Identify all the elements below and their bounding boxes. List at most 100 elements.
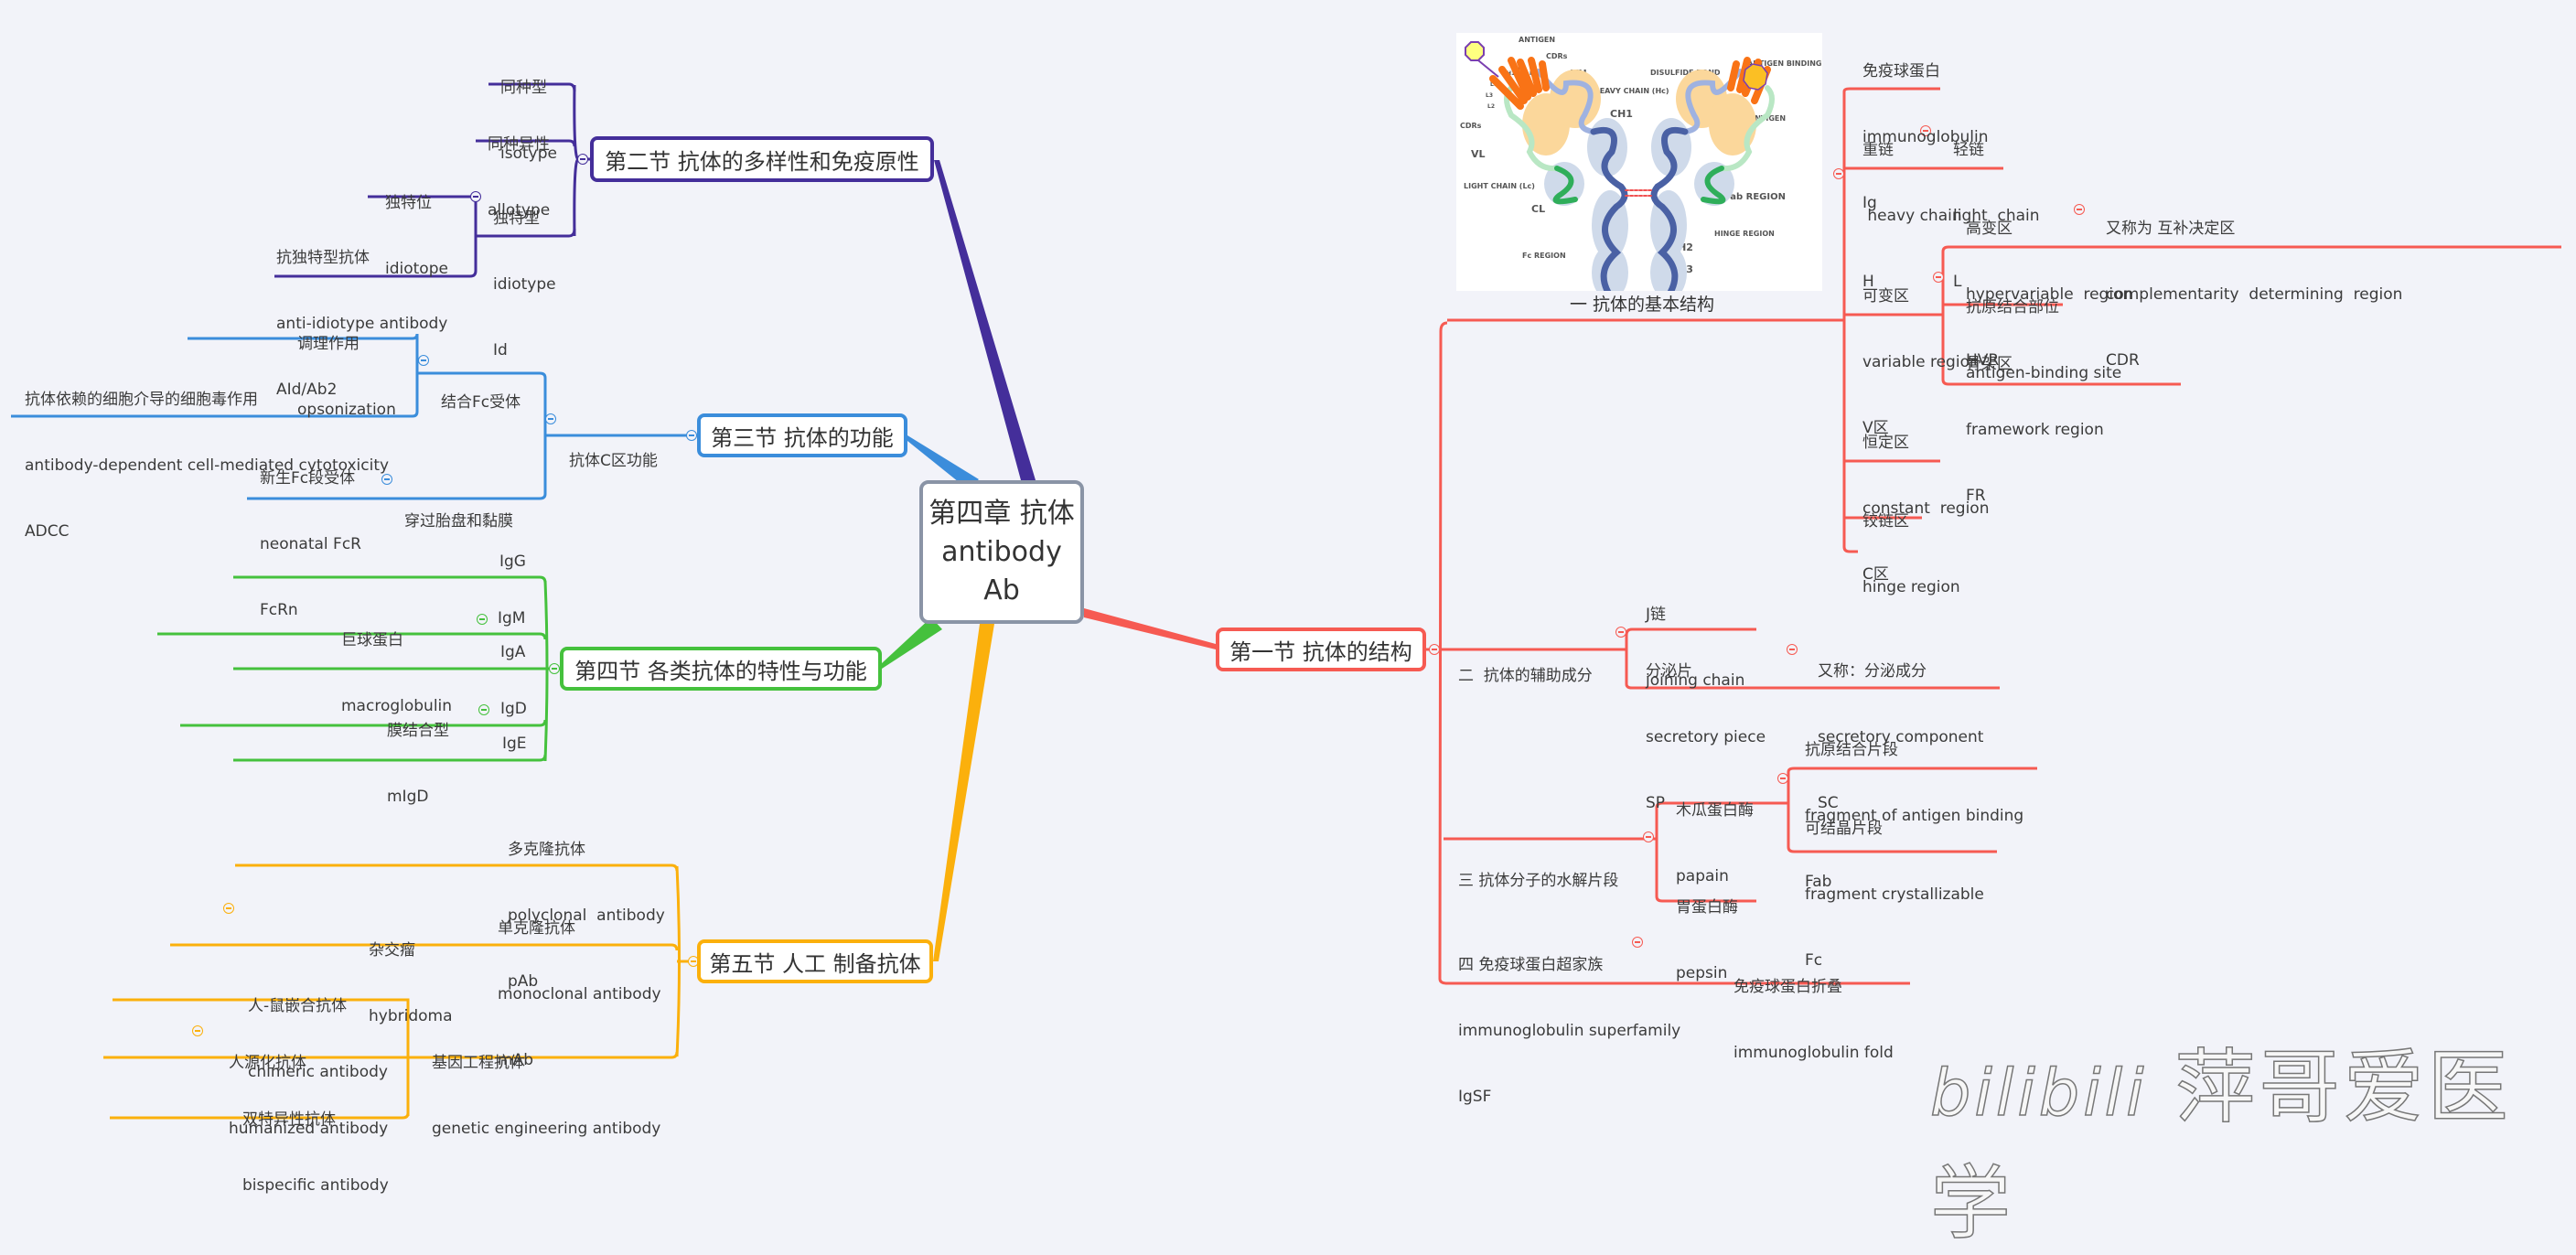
node-hinge-region-cn: 铰链区 <box>1862 512 1909 531</box>
section5-topic[interactable]: 第五节 人工 制备抗体 <box>697 939 933 983</box>
bilibili-logo: bilibili <box>1929 1055 2148 1132</box>
node-iga[interactable]: IgA <box>500 641 525 663</box>
node-placenta-text: 穿过胎盘和黏膜 <box>404 512 513 531</box>
node-igm[interactable]: IgM <box>498 607 525 629</box>
node-framework-region-cn: 骨架区 <box>1966 355 2012 373</box>
fig-label-cdrs-l: CDRs <box>1460 122 1482 130</box>
node-placenta[interactable]: 穿过胎盘和黏膜 <box>404 467 513 554</box>
node-ig-fold[interactable]: 免疫球蛋白折叠 immunoglobulin fold <box>1733 932 1894 1086</box>
node-genetic-engineering[interactable]: 基因工程抗体 genetic engineering antibody <box>432 1008 660 1162</box>
node-pepsin-cn: 胃蛋白酶 <box>1676 898 1738 917</box>
node-bispecific[interactable]: 双特异性抗体 bispecific antibody <box>242 1065 389 1218</box>
node-polyclonal-cn: 多克隆抗体 <box>508 841 585 859</box>
section4-topic[interactable]: 第四节 各类抗体的特性与功能 <box>560 647 882 691</box>
node-cdr[interactable]: 又称为 互补决定区 complementarity determining re… <box>2106 174 2402 393</box>
collapse-toggle-mab[interactable] <box>223 903 234 914</box>
fig-label-ch1: CH1 <box>1610 108 1633 120</box>
antibody-diagram: ANTIGEN CDRs H1 H3 H2 L1 L3 L2 CDRs VH H… <box>1460 36 1842 302</box>
node-igd-text: IgD <box>500 700 527 718</box>
branch-section2 <box>934 160 1036 480</box>
node-cdr-abbr: CDR <box>2106 351 2140 370</box>
collapse-toggle-aux[interactable] <box>1615 627 1626 638</box>
node-ige-text: IgE <box>502 735 527 753</box>
node-migd-cn: 膜结合型 <box>387 722 449 740</box>
node-immunoglobulin-cn: 免疫球蛋白 <box>1862 62 1940 80</box>
node-igg[interactable]: IgG <box>499 551 526 573</box>
fig-label-fc: Fc REGION <box>1522 252 1566 260</box>
central-topic[interactable]: 第四章 抗体 antibody Ab <box>919 480 1084 624</box>
node-fcrn-en: neonatal FcR <box>260 535 361 553</box>
node-idiotype-cn: 独特型 <box>493 209 540 228</box>
node-genetic-engineering-en: genetic engineering antibody <box>432 1120 661 1138</box>
section2-topic[interactable]: 第二节 抗体的多样性和免疫原性 <box>590 136 934 182</box>
node-fcrn-cn: 新生Fc段受体 <box>260 469 356 488</box>
fig-label-cdrs-h: CDRs <box>1546 52 1568 60</box>
collapse-toggle-basic[interactable] <box>1833 168 1844 179</box>
watermark: bilibili 萍哥爱医学 <box>1929 1023 2576 1255</box>
fig-label-cl: CL <box>1531 203 1545 215</box>
node-idiotype-en: idiotype <box>493 275 556 294</box>
antigen-shape <box>1465 41 1485 61</box>
collapse-toggle-cfunc[interactable] <box>545 413 556 424</box>
node-adcc-cn: 抗体依赖的细胞介导的细胞毒作用 <box>25 391 258 409</box>
fig-label-fab: Fab REGION <box>1724 192 1786 202</box>
node-genetic-engineering-cn: 基因工程抗体 <box>432 1054 525 1072</box>
fig-label-hinge: HINGE REGION <box>1714 230 1775 238</box>
node-variable-region-en: variable region <box>1862 353 1980 371</box>
node-igsf-en: immunoglobulin superfamily <box>1458 1022 1681 1040</box>
fig-label-antigen: ANTIGEN <box>1519 36 1555 44</box>
antigen-arrow <box>1477 59 1499 78</box>
node-hinge-region-en: hinge region <box>1862 578 1960 596</box>
node-migd-en: mIgD <box>387 788 429 806</box>
fig-label-vl: VL <box>1471 148 1486 160</box>
node-igm-text: IgM <box>498 609 526 628</box>
fig-label-heavy-chain: HEAVY CHAIN (Hc) <box>1594 87 1669 95</box>
section1-topic[interactable]: 第一节 抗体的结构 <box>1216 628 1426 671</box>
node-migd[interactable]: 膜结合型 mIgD <box>387 676 449 830</box>
node-ig-fold-en: immunoglobulin fold <box>1733 1044 1894 1062</box>
central-topic-abbr: Ab <box>983 574 1020 606</box>
fig-label-l2: L2 <box>1487 103 1495 110</box>
node-hydrolysis-fragments[interactable]: 三 抗体分子的水解片段 <box>1458 826 1618 914</box>
collapse-toggle-section1[interactable] <box>1429 644 1440 655</box>
node-igg-text: IgG <box>499 552 526 571</box>
collapse-toggle-section3[interactable] <box>686 430 697 441</box>
node-ig-fold-cn: 免疫球蛋白折叠 <box>1733 978 1842 996</box>
antibody-structure-figure: ANTIGEN CDRs H1 H3 H2 L1 L3 L2 CDRs VH H… <box>1456 33 1842 302</box>
node-ige[interactable]: IgE <box>502 733 527 755</box>
branch-section1 <box>1084 608 1216 649</box>
node-auxiliary-components[interactable]: 二 抗体的辅助成分 <box>1458 621 1593 709</box>
node-c-region-function[interactable]: 抗体C区功能 <box>569 406 658 494</box>
collapse-toggle-section4[interactable] <box>549 663 560 674</box>
node-papain-cn: 木瓜蛋白酶 <box>1676 801 1754 820</box>
node-light-chain-cn: 轻链 <box>1953 141 1984 159</box>
node-auxiliary-components-text: 二 抗体的辅助成分 <box>1458 667 1593 685</box>
node-fc-receptor-text: 结合Fc受体 <box>441 393 521 412</box>
node-secretory-piece-cn: 分泌片 <box>1646 662 1692 681</box>
node-basic-structure[interactable]: 一 抗体的基本结构 <box>1570 291 1714 316</box>
node-cdr-en: complementarity determining region <box>2106 285 2403 304</box>
node-igsf[interactable]: 四 免疫球蛋白超家族 immunoglobulin superfamily Ig… <box>1458 910 1680 1130</box>
node-bispecific-cn: 双特异性抗体 <box>242 1110 336 1129</box>
node-pepsin-en: pepsin <box>1676 964 1728 982</box>
node-fc-cn: 可结晶片段 <box>1805 820 1883 838</box>
collapse-toggle-section2[interactable] <box>577 154 588 165</box>
collapse-toggle-igm[interactable] <box>477 614 488 625</box>
node-monoclonal-en: monoclonal antibody <box>498 985 661 1003</box>
node-fc-receptor[interactable]: 结合Fc受体 <box>441 348 521 435</box>
node-igd[interactable]: IgD <box>500 698 527 720</box>
node-hinge-region[interactable]: 铰链区 hinge region <box>1862 467 1960 620</box>
node-variable-region-cn: 可变区 <box>1862 287 1909 306</box>
section3-topic[interactable]: 第三节 抗体的功能 <box>697 413 907 457</box>
collapse-toggle-idiotype[interactable] <box>470 191 481 202</box>
node-macroglobulin-cn: 巨球蛋白 <box>341 631 403 649</box>
node-pepsin[interactable]: 胃蛋白酶 pepsin <box>1676 853 1738 1006</box>
node-cdr-cn: 又称为 互补决定区 <box>2106 220 2236 238</box>
node-heavy-chain-en: heavy chain <box>1862 207 1962 225</box>
collapse-toggle-papain[interactable] <box>1777 773 1788 784</box>
collapse-toggle-igd[interactable] <box>478 704 489 715</box>
fig-label-l3: L3 <box>1486 92 1493 99</box>
collapse-toggle-sp[interactable] <box>1787 644 1798 655</box>
collapse-toggle-gen[interactable] <box>192 1025 203 1036</box>
node-igsf-abbr: IgSF <box>1458 1088 1492 1106</box>
